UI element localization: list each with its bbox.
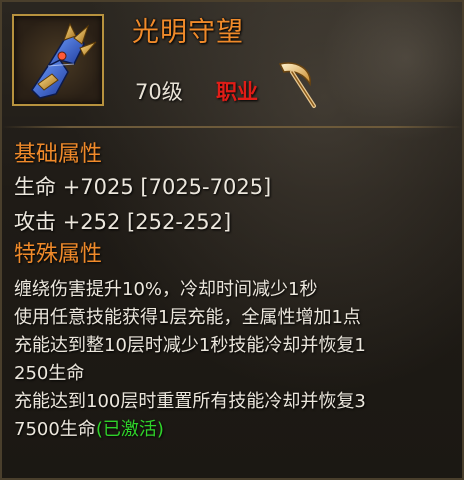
basic-attributes-title: 基础属性 [14,142,103,167]
header-divider [2,126,462,128]
stat-row-attack: 攻击 +252 [252-252] [14,205,462,240]
tooltip-header: 光明守望 70级 职业 [2,2,462,120]
scythe-icon [278,62,316,108]
item-level: 70级 [135,80,183,104]
stat-value: +252 [252-252] [62,210,232,234]
item-tooltip: 光明守望 70级 职业 基础属性 生命 +7025 [7025-7025] 攻击… [0,0,464,480]
special-line: 250生命 [14,363,85,384]
item-name: 光明守望 [132,17,244,48]
special-line: 充能达到整10层时减少1秒技能冷却并恢复1 [14,335,366,356]
special-line: 充能达到100层时重置所有技能冷却并恢复3 [14,391,366,412]
special-line: 缠绕伤害提升10%，冷却时间减少1秒 [14,279,318,300]
stat-label: 攻击 [14,210,56,234]
stat-label: 生命 [14,175,56,199]
special-line-text: 7500生命 [14,419,96,440]
gauntlet-icon [31,22,97,99]
activated-status: (已激活) [95,419,164,440]
stat-row-hp: 生命 +7025 [7025-7025] [14,170,462,205]
special-line-last: 7500生命(已激活) [14,416,462,444]
attributes-body: 基础属性 生命 +7025 [7025-7025] 攻击 +252 [252-2… [14,140,462,444]
item-icon-frame [12,14,104,106]
class-label: 职业 [216,80,258,104]
special-line: 使用任意技能获得1层充能，全属性增加1点 [14,307,361,328]
stat-value: +7025 [7025-7025] [62,175,272,199]
special-attributes-title: 特殊属性 [14,242,103,267]
